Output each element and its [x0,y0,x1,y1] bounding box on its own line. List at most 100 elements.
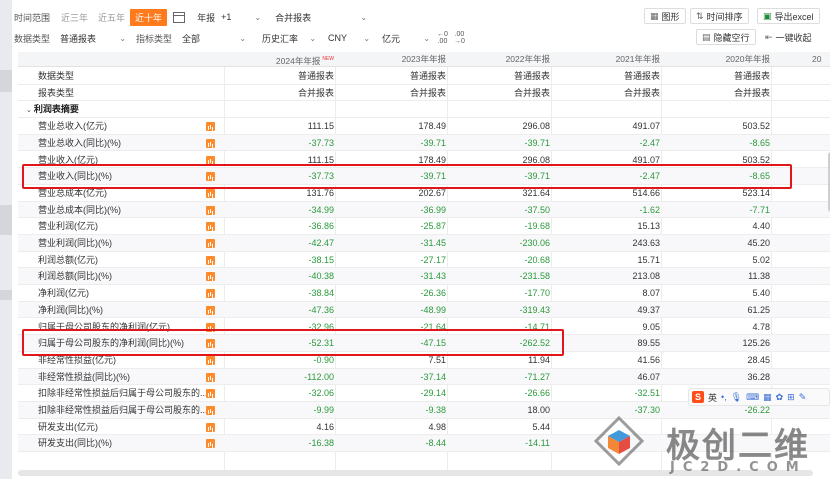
table-row[interactable]: 报表类型 合并报表 合并报表 合并报表 合并报表 合并报表 [18,85,830,102]
value-cell: -40.38 [308,271,334,282]
ime-toolbar[interactable]: S 英 •, 🎙 ⌨ ▦ ✿ ⊞ ✎ [688,388,830,406]
col-header-2020[interactable]: 2020年年报 [662,52,770,67]
table-header: 2024年年报 NEW 2023年年报 2022年年报 2021年年报 2020年… [18,52,830,67]
mini-chart-icon[interactable] [206,255,215,265]
tool-icon[interactable]: ✎ [799,392,807,403]
period-select[interactable]: 年报 +1 ⌄ [193,9,265,25]
table-row[interactable]: 利润总额(同比)(%) -40.38 -31.43 -231.58 213.08 11.3… [18,268,830,286]
mini-chart-icon[interactable] [206,439,215,449]
section-title[interactable]: ⌄ 利润表摘要 [26,101,194,117]
export-excel-button[interactable]: ▣ 导出excel [757,8,820,24]
row-label: 扣除非经常性损益后归属于母公司股东的... [38,388,206,399]
time-option-5y[interactable]: 近五年 [93,9,130,26]
value-cell: -19.68 [524,221,550,232]
decrease-decimal-button[interactable]: ←0 .00 [437,31,448,45]
meta-cell: 合并报表 [513,87,550,98]
table-row[interactable]: 营业利润(亿元) -36.86 -25.87 -19.68 15.13 4.40 [18,218,830,235]
mini-chart-icon[interactable] [206,406,215,415]
currency-select[interactable]: CNY ⌄ [324,30,374,46]
meta-cell: 普通报表 [623,71,660,81]
col-header-next[interactable]: 20 [812,52,830,67]
value-cell: -8.44 [425,438,446,449]
value-cell: -29.14 [420,388,446,399]
collapse-all-button[interactable]: ⇤ 一键收起 [760,29,817,45]
row-label: 营业利润(同比)(%) [38,238,112,248]
section-title-text: 利润表摘要 [33,104,79,115]
vertical-scrollbar[interactable] [828,152,830,212]
fx-select[interactable]: 历史汇率 ⌄ [258,30,320,46]
table-row[interactable]: 净利润(亿元) -38.84 -26.36 -17.70 8.07 5.40 [18,285,830,302]
watermark: 极创二维 JC2D.COM [586,410,831,478]
table-row[interactable]: 营业利润(同比)(%) -42.47 -31.45 -230.06 243.63 45.2… [18,235,830,252]
row-label: 利润总额(同比)(%) [38,271,112,282]
row-label: 非经常性损益(同比)(%) [38,371,130,382]
indicator-select[interactable]: 全部 ⌄ [178,30,250,46]
meta-cell: 合并报表 [297,87,334,98]
col-header-2022[interactable]: 2022年年报 [448,52,550,67]
mini-chart-icon[interactable] [206,355,215,365]
table-row[interactable]: 营业总收入(同比)(%) -37.73 -39.71 -39.71 -2.47 -8.65 [18,134,830,152]
ime-lang[interactable]: 英 [708,391,717,404]
decimal-arrow-right: →0 [453,38,465,45]
table-row[interactable]: ⌄ 利润表摘要 [18,101,830,119]
table-row[interactable]: 利润总额(亿元) -38.15 -27.17 -20.68 15.71 5.02 [18,252,830,269]
time-range-label: 时间范围 [14,12,51,23]
value-cell: -37.50 [524,204,550,215]
skin-icon[interactable]: ✿ [776,392,784,403]
row-label: 净利润(同比)(%) [38,304,103,315]
apps-icon[interactable]: ⊞ [787,392,795,403]
time-option-3y[interactable]: 近三年 [56,9,93,26]
report-type-select[interactable]: 合并报表 ⌄ [271,9,371,25]
col-header-2021[interactable]: 2021年年报 [552,52,660,67]
value-cell: -231.58 [519,271,550,282]
value-cell: -38.84 [308,288,334,299]
table-row[interactable]: 营业总成本(同比)(%) -34.99 -36.99 -37.50 -1.62 -7.71 [18,201,830,219]
mini-chart-icon[interactable] [206,305,215,315]
mini-chart-icon[interactable] [206,222,215,232]
value-cell: 8.07 [642,288,660,299]
mini-chart-icon[interactable] [206,289,215,299]
mini-chart-icon[interactable] [206,389,215,399]
chart-icon: ▦ [650,10,659,21]
hide-empty-rows-button[interactable]: ▤ 隐藏空行 [696,29,756,45]
mini-chart-icon[interactable] [206,205,215,215]
col-header-2023[interactable]: 2023年年报 [336,52,446,67]
row-label: 研发支出(亿元) [38,421,98,432]
mini-chart-icon[interactable] [206,272,215,282]
keyboard-icon[interactable]: ⌨ [746,392,759,403]
mini-chart-icon[interactable] [206,122,215,132]
excel-icon: ▣ [763,10,772,21]
row-label: 营业总收入(同比)(%) [38,137,121,148]
row-label: 利润总额(亿元) [38,254,98,265]
chart-button-label: 图形 [661,11,680,22]
calendar-icon[interactable] [173,11,186,23]
mini-chart-icon[interactable] [206,138,215,148]
mini-chart-icon[interactable] [206,188,215,198]
table-row[interactable]: 净利润(同比)(%) -47.36 -48.99 -319.43 49.37 61.25 [18,301,830,319]
decimal-value-right: .00 [454,31,465,38]
value-cell: -39.71 [420,137,446,148]
chevron-down-icon: ⌄ [309,33,317,43]
chevron-down-icon[interactable]: ⌄ [26,103,32,117]
value-cell: -37.73 [308,137,334,148]
punctuation-icon[interactable]: •, [721,392,727,402]
value-cell: -14.11 [525,438,550,449]
grid-icon[interactable]: ▦ [763,392,772,403]
value-cell: -36.86 [308,221,334,232]
data-type-select[interactable]: 普通报表 ⌄ [56,30,130,46]
time-option-10y[interactable]: 近十年 [130,8,168,26]
value-cell: 503.52 [742,121,770,132]
mini-chart-icon[interactable] [206,372,215,382]
table-row[interactable]: 营业总收入(亿元) 111.15 178.49 296.08 491.07 503.52 [18,118,830,135]
mini-chart-icon[interactable] [206,239,215,248]
time-sort-button[interactable]: ⇅ 时间排序 [690,8,749,24]
table-row[interactable]: 非经常性损益(同比)(%) -112.00 -37.14 -71.27 46.07 36.… [18,368,830,386]
mic-icon[interactable]: 🎙 [731,392,742,403]
mini-chart-icon[interactable] [206,422,215,432]
table-row[interactable]: 数据类型 普通报表 普通报表 普通报表 普通报表 普通报表 [18,68,830,85]
chart-button[interactable]: ▦ 图形 [644,8,686,24]
increase-decimal-button[interactable]: .00 →0 [454,31,465,45]
unit-select[interactable]: 亿元 ⌄ [378,30,434,46]
meta-row-label: 报表类型 [38,87,75,98]
col-header-2024[interactable]: 2024年年报 NEW [226,52,334,67]
